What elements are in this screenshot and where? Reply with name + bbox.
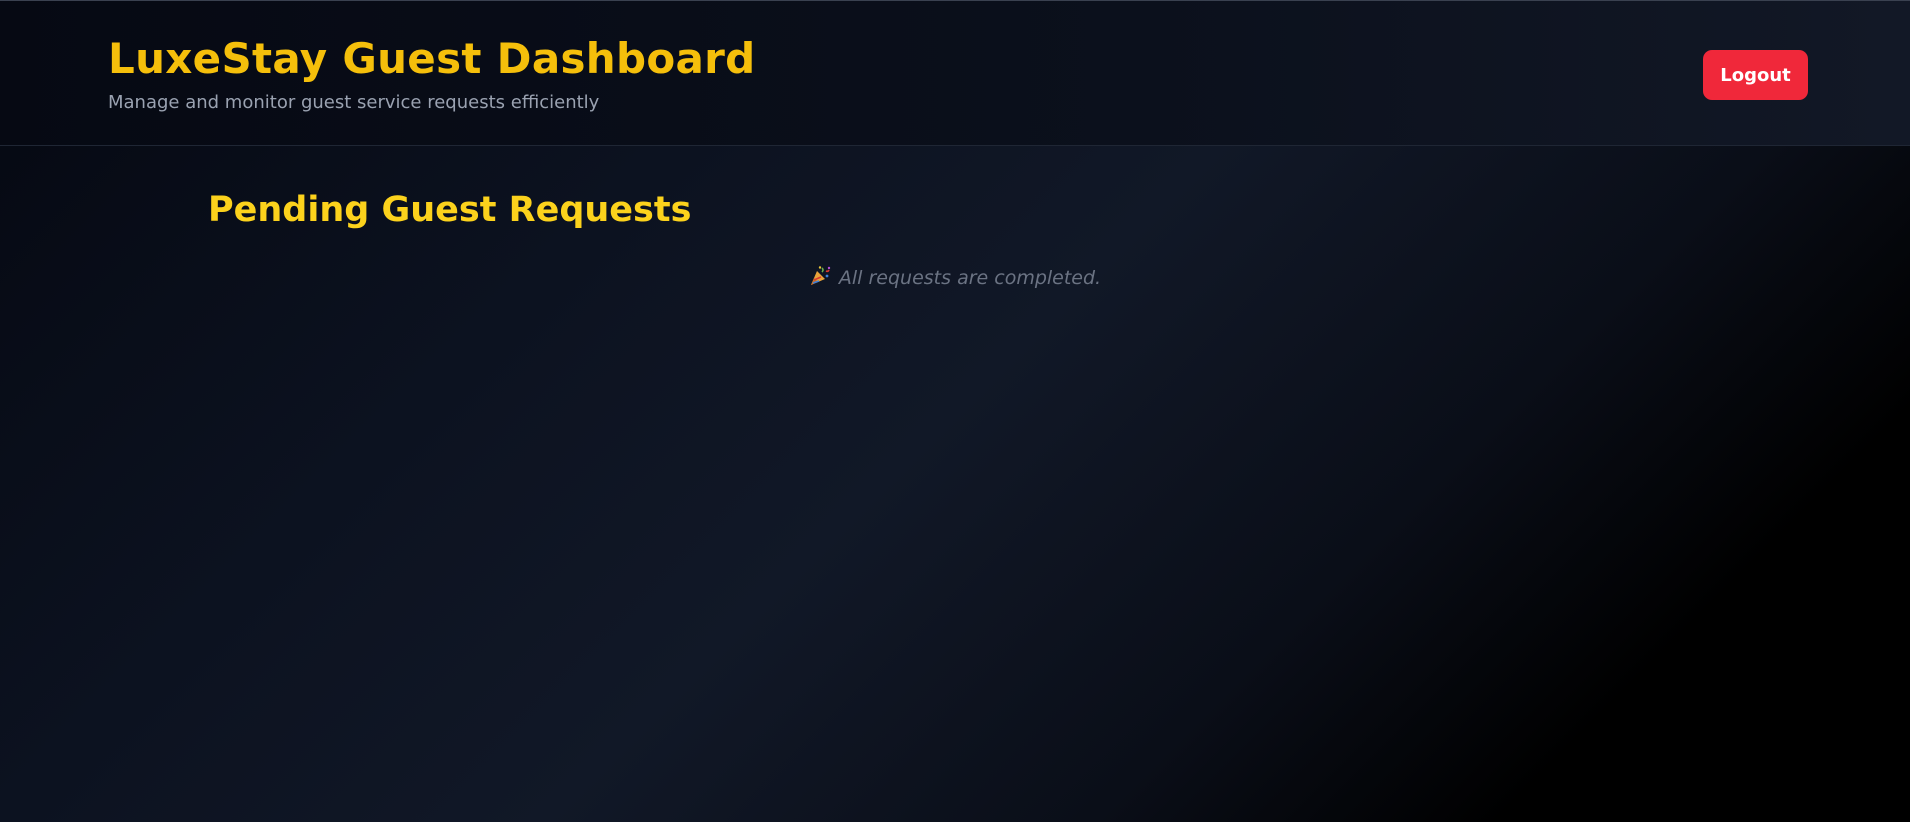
page-subtitle: Manage and monitor guest service request…	[108, 92, 600, 113]
empty-state-message: All requests are completed.	[0, 264, 1910, 295]
party-popper-icon	[809, 265, 831, 295]
pending-requests-heading: Pending Guest Requests	[208, 190, 692, 230]
empty-state-text: All requests are completed.	[838, 267, 1102, 289]
logout-button[interactable]: Logout	[1703, 50, 1808, 100]
dashboard-header: LuxeStay Guest Dashboard Manage and moni…	[0, 1, 1910, 146]
page-title: LuxeStay Guest Dashboard	[108, 34, 756, 83]
